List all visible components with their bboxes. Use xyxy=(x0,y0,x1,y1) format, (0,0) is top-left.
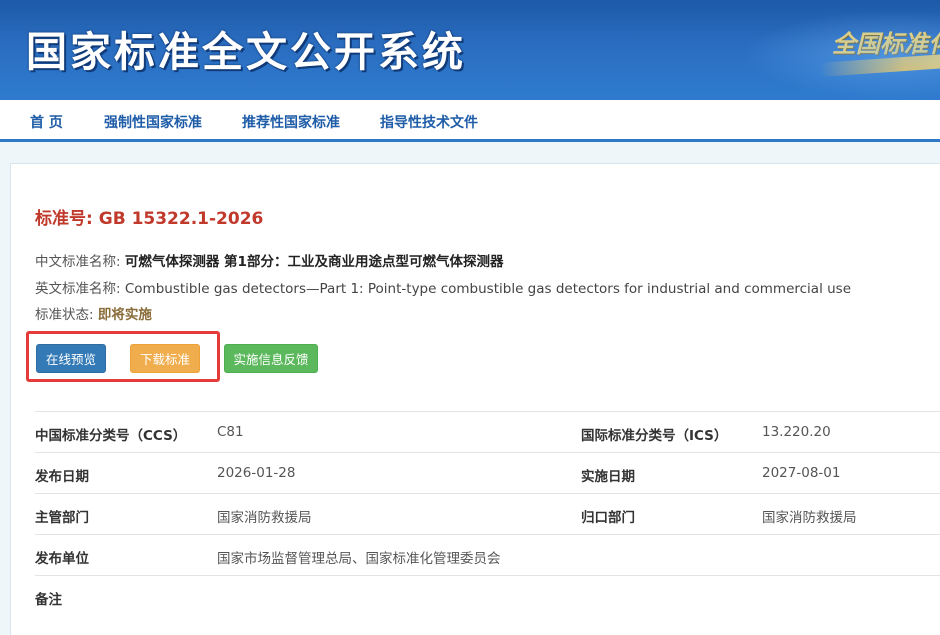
nav-guidance-documents[interactable]: 指导性技术文件 xyxy=(380,112,478,132)
standard-number-label: 标准号: xyxy=(35,209,93,229)
ccs-value: C81 xyxy=(217,424,244,440)
cn-name-line: 中文标准名称: 可燃气体探测器 第1部分：工业及商业用途点型可燃气体探测器 xyxy=(35,250,503,270)
nav-home[interactable]: 首 页 xyxy=(30,112,63,132)
competent-dept-label: 主管部门 xyxy=(35,510,89,526)
status-line: 标准状态: 即将实施 xyxy=(35,303,152,323)
cn-name-value: 可燃气体探测器 第1部分：工业及商业用途点型可燃气体探测器 xyxy=(124,254,504,270)
publish-date-value: 2026-01-28 xyxy=(217,465,296,481)
site-subtitle-logo: 全国标准化 xyxy=(832,29,940,58)
site-title: 国家标准全文公开系统 xyxy=(26,28,466,76)
publish-date-label: 发布日期 xyxy=(35,469,89,485)
ics-value: 13.220.20 xyxy=(762,424,831,440)
download-button[interactable]: 下载标准 xyxy=(130,344,200,373)
ics-label: 国际标准分类号（ICS） xyxy=(581,428,728,444)
standard-number: 标准号: GB 15322.1-2026 xyxy=(35,204,263,229)
table-row: 备注 xyxy=(35,576,940,617)
effective-date-value: 2027-08-01 xyxy=(762,465,841,481)
nav-mandatory-standards[interactable]: 强制性国家标准 xyxy=(104,112,202,132)
table-row: 主管部门 国家消防救援局 归口部门 国家消防救援局 xyxy=(35,494,940,535)
responsible-dept-value: 国家消防救援局 xyxy=(762,510,857,526)
remarks-label: 备注 xyxy=(35,592,62,608)
table-row: 发布日期 2026-01-28 实施日期 2027-08-01 xyxy=(35,453,940,494)
ccs-label: 中国标准分类号（CCS） xyxy=(35,428,187,444)
publisher-label: 发布单位 xyxy=(35,551,89,567)
feedback-button[interactable]: 实施信息反馈 xyxy=(224,344,318,373)
table-row: 发布单位 国家市场监督管理总局、国家标准化管理委员会 xyxy=(35,535,940,576)
responsible-dept-label: 归口部门 xyxy=(581,510,635,526)
preview-button[interactable]: 在线预览 xyxy=(36,344,106,373)
competent-dept-value: 国家消防救援局 xyxy=(217,510,312,526)
standard-number-value: GB 15322.1-2026 xyxy=(98,209,264,229)
nav-recommended-standards[interactable]: 推荐性国家标准 xyxy=(242,112,340,132)
publisher-value: 国家市场监督管理总局、国家标准化管理委员会 xyxy=(217,551,501,567)
status-value: 即将实施 xyxy=(97,307,152,323)
banner-swoosh xyxy=(819,53,940,77)
en-name-line: 英文标准名称: Combustible gas detectors—Part 1… xyxy=(35,277,851,297)
site-banner: 国家标准全文公开系统 全国标准化 xyxy=(0,0,940,100)
main-nav: 首 页 强制性国家标准 推荐性国家标准 指导性技术文件 xyxy=(0,100,940,142)
table-row: 中国标准分类号（CCS） C81 国际标准分类号（ICS） 13.220.20 xyxy=(35,412,940,453)
en-name-label: 英文标准名称: xyxy=(35,281,121,297)
en-name-value: Combustible gas detectors—Part 1: Point-… xyxy=(124,281,852,297)
details-table: 中国标准分类号（CCS） C81 国际标准分类号（ICS） 13.220.20 … xyxy=(35,411,940,617)
effective-date-label: 实施日期 xyxy=(581,469,635,485)
standard-detail-panel: 标准号: GB 15322.1-2026 中文标准名称: 可燃气体探测器 第1部… xyxy=(10,163,940,635)
status-label: 标准状态: xyxy=(35,307,94,323)
cn-name-label: 中文标准名称: xyxy=(35,254,121,270)
